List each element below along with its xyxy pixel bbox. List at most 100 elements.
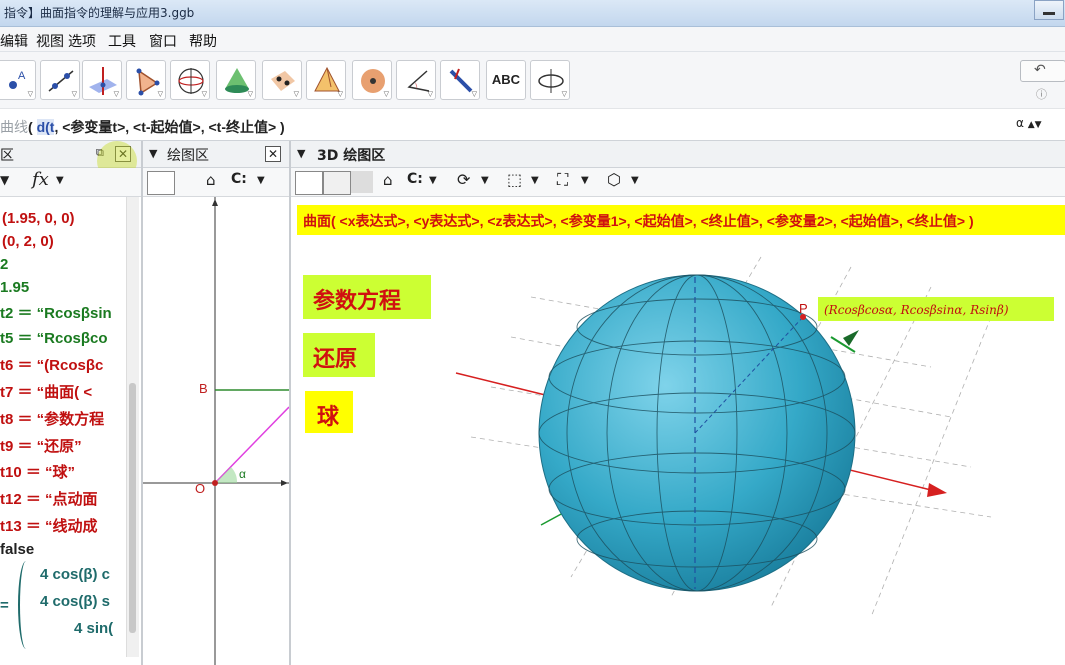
axes-toggle-icon[interactable] <box>295 171 323 195</box>
scene-svg: P (Rcosβcosα, Rcosβsinα, Rsinβ) <box>455 256 1054 618</box>
view3d-toolbar: ⌂ C: ▼ ⟳ ▼ ⬚ ▼ ⛶ ▼ ⬡ ▼ <box>291 168 1065 197</box>
list-item[interactable]: t12 ＝ “点动面 <box>0 488 98 509</box>
list-item[interactable]: t10 ＝ “球” <box>0 461 75 482</box>
list-item[interactable]: t13 ＝ “线动成 <box>0 515 98 536</box>
list-item[interactable]: t6 ＝ “(Rcosβc <box>0 354 103 375</box>
input-prefix: 曲线 <box>0 119 28 135</box>
list-item[interactable]: 1.95 <box>0 279 29 296</box>
toolbar: A ▽ ▽ ▽ ▽ ▽ ▽ ▽ ▽ ▽ ▽ ▽ ABC ▽ ↶ ⓘ <box>0 52 1065 109</box>
rotate-icon[interactable]: ⟳ <box>457 170 470 189</box>
home-icon[interactable]: ⌂ <box>206 171 216 189</box>
view3d-canvas[interactable]: 曲面( <x表达式>, <y表达式>, <z表达式>, <参变量1>, <起始值… <box>291 197 1065 665</box>
grid-toggle-icon[interactable] <box>147 171 175 195</box>
input-command-open: ( <box>28 119 37 135</box>
matrix-equals: = <box>0 597 9 614</box>
graphics-menu-arrow[interactable]: ▼ <box>149 147 157 160</box>
list-item[interactable]: t9 ＝ “还原” <box>0 435 82 456</box>
algebra-panel-header: 区 ⧉ ✕ <box>0 141 141 181</box>
window-title: 指令】曲面指令的理解与应用3.ggb <box>4 6 195 20</box>
alpha-arc <box>215 467 238 483</box>
scrollbar-thumb[interactable] <box>129 383 136 633</box>
fx-button[interactable]: fx <box>32 169 49 190</box>
y-axis-arrow <box>212 199 218 206</box>
rotate-view-tool-button[interactable]: ▽ <box>530 60 570 100</box>
list-item[interactable]: 2 <box>0 256 8 273</box>
list-item[interactable]: false <box>0 541 34 558</box>
box-icon[interactable]: ⛶ <box>557 170 568 190</box>
graphics-canvas[interactable]: O B α <box>143 197 289 665</box>
projection-dropdown-icon[interactable]: ▼ <box>631 175 639 186</box>
point-capture-3d-icon[interactable]: C: <box>407 171 423 187</box>
input-args: , <参变量t>, <t-起始值>, <t-终止值> ) <box>54 119 285 135</box>
close-graphics-button[interactable]: ✕ <box>265 146 281 162</box>
alpha-label: α <box>1016 116 1024 130</box>
angle-ray <box>214 406 289 484</box>
perpendicular-tool-button[interactable]: ▽ <box>82 60 122 100</box>
pyramid-tool-button[interactable]: ▽ <box>306 60 346 100</box>
alpha-label: α <box>239 467 246 481</box>
reflect-tool-button[interactable]: ▽ <box>440 60 480 100</box>
undo-icon: ↶ <box>1034 62 1046 78</box>
sphere-tool-button[interactable]: ▽ <box>352 60 392 100</box>
menu-options[interactable]: 选项 <box>68 31 96 51</box>
list-item[interactable]: (1.95, 0, 0) <box>2 210 75 227</box>
list-item[interactable]: t2 ＝ “Rcosβsin <box>0 302 112 323</box>
point-tool-button[interactable]: A ▽ <box>0 60 36 100</box>
svg-text:A: A <box>18 70 26 82</box>
menu-tools[interactable]: 工具 <box>108 31 136 51</box>
text-tool-button[interactable]: ABC <box>486 60 526 100</box>
plane-toggle-icon[interactable] <box>351 171 373 193</box>
view3d-menu-arrow[interactable]: ▼ <box>297 147 305 160</box>
cone-tool-button[interactable]: ▽ <box>216 60 256 100</box>
help-icon[interactable]: ⓘ <box>1036 86 1047 102</box>
intersect-tool-button[interactable]: ▽ <box>262 60 302 100</box>
point-capture-icon[interactable]: C: <box>231 171 247 187</box>
origin-point[interactable] <box>212 480 218 486</box>
view3d-title: 3D 绘图区 <box>317 148 386 164</box>
angle-tool-button[interactable]: ▽ <box>396 60 436 100</box>
input-bar[interactable]: 曲线( d(t, <参变量t>, <t-起始值>, <t-终止值> ) α ▲▼ <box>0 111 1065 141</box>
clipping-box-icon[interactable]: ⬚ <box>507 170 522 189</box>
circle-tool-button[interactable]: ▽ <box>170 60 210 100</box>
menu-view[interactable]: 视图 <box>36 31 64 51</box>
algebra-scrollbar[interactable] <box>126 197 139 657</box>
grid3d-toggle-icon[interactable] <box>323 171 351 195</box>
x-axis-arrow <box>281 480 288 486</box>
list-item[interactable]: t8 ＝ “参数方程 <box>0 408 104 429</box>
menu-edit[interactable]: 编辑 <box>0 31 28 51</box>
alpha-symbol-button[interactable]: α ▲▼ <box>1016 116 1052 134</box>
param-equation-button[interactable]: 参数方程 <box>303 275 431 319</box>
rotate-dropdown-icon[interactable]: ▼ <box>481 175 489 186</box>
minimize-button[interactable] <box>1034 0 1064 20</box>
sphere-label: 球 <box>317 404 340 430</box>
list-item[interactable]: (0, 2, 0) <box>2 233 54 250</box>
matrix-line-1: 4 cos(β) c <box>40 566 111 583</box>
origin-label: O <box>195 481 205 496</box>
sphere[interactable] <box>538 274 856 592</box>
y-axis-3d-arrow <box>843 330 859 346</box>
box-dropdown-icon[interactable]: ▼ <box>581 175 589 186</box>
polygon-tool-button[interactable]: ▽ <box>126 60 166 100</box>
b-label: B <box>199 381 208 396</box>
restore-button[interactable]: 还原 <box>303 333 375 377</box>
menu-help[interactable]: 帮助 <box>189 31 217 51</box>
matrix-line-2: 4 cos(β) s <box>40 593 111 610</box>
list-item[interactable]: t7 ＝ “曲面( < <box>0 381 92 402</box>
line-tool-button[interactable]: ▽ <box>40 60 80 100</box>
input-field[interactable]: 曲线( d(t, <参变量t>, <t-起始值>, <t-终止值> ) <box>0 117 285 137</box>
list-item[interactable]: t5 ＝ “Rcosβco <box>0 327 108 348</box>
graphics-toolbar: ⌂ C: ▼ <box>143 168 289 197</box>
home-3d-icon[interactable]: ⌂ <box>383 171 393 189</box>
algebra-menu-arrow[interactable]: ▼ <box>0 173 9 187</box>
clip-dropdown-icon[interactable]: ▼ <box>531 175 539 186</box>
restore-label: 还原 <box>313 346 358 372</box>
undo-button[interactable]: ↶ <box>1020 60 1065 82</box>
projection-icon[interactable]: ⬡ <box>607 170 621 189</box>
menu-window[interactable]: 窗口 <box>149 31 177 51</box>
graphics-panel-title: 绘图区 <box>167 148 209 164</box>
graphics-dropdown-icon[interactable]: ▼ <box>257 175 265 186</box>
sphere-button[interactable]: 球 <box>305 391 353 433</box>
fx-dropdown-icon[interactable]: ▼ <box>56 175 64 186</box>
algebra-panel-title: 区 <box>0 148 14 164</box>
capture-dropdown-icon[interactable]: ▼ <box>429 175 437 186</box>
